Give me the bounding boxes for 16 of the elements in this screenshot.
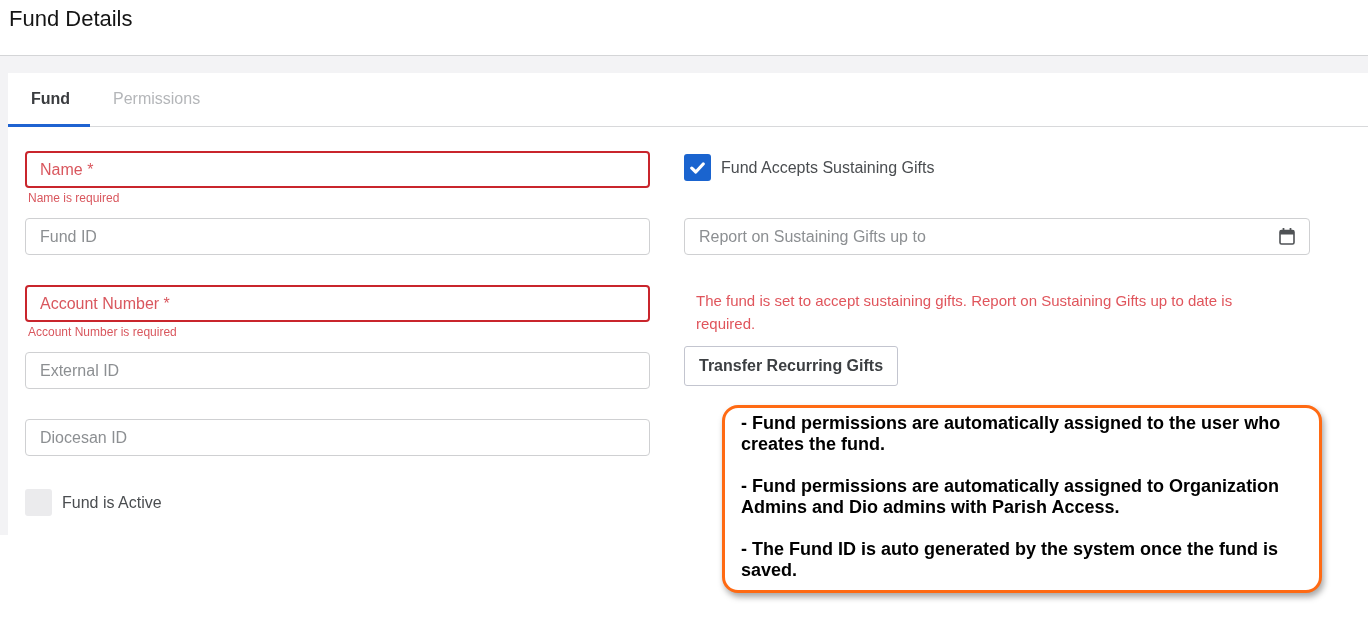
page-title: Fund Details [9,5,133,33]
text-field[interactable]: Account Number * [25,285,650,322]
calendar-icon[interactable] [1279,228,1295,245]
error-message: Account Number is required [28,325,178,340]
callout-text: - Fund permissions are automatically assigned to Organization Admins and Dio admins with Parish Access. [741,476,1281,518]
checkmark-icon [690,161,705,174]
error-message: Name is required [28,191,121,206]
callout-text: - Fund permissions are automatically assigned to the user who creates the fund. [741,413,1282,455]
transfer-button[interactable]: Transfer Recurring Gifts [684,346,899,386]
checkbox[interactable] [684,154,711,181]
checkbox-label: Fund Accepts Sustaining Gifts [721,158,935,177]
tab[interactable]: Fund [8,73,90,127]
text-field[interactable]: Name * [25,151,650,188]
checkbox-label: Fund is Active [62,493,162,512]
error-message: The fund is set to accept sustaining gifts. Report on Sustaining Gifts up to date is required. [695,291,1234,334]
callout-text: - The Fund ID is auto generated by the system once the fund is saved. [741,539,1280,581]
